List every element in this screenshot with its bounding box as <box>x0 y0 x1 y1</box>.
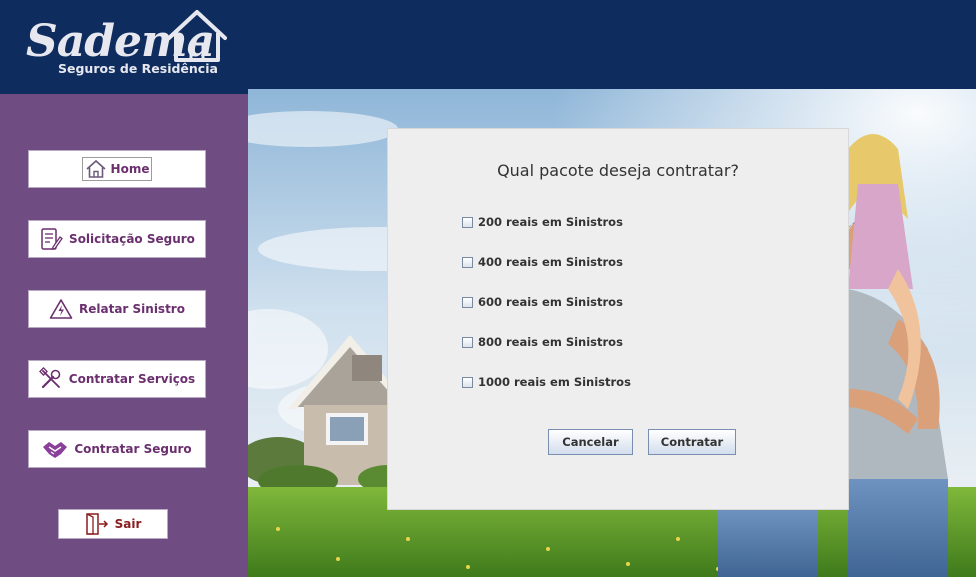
package-option-400[interactable]: 400 reais em Sinistros <box>462 255 623 269</box>
sadema-logo: Sadema Seguros de Residência <box>26 8 236 84</box>
tools-icon <box>38 367 61 389</box>
checkbox[interactable] <box>462 296 473 308</box>
brand-name: Sadema <box>26 16 215 67</box>
sidebar-item-label: Relatar Sinistro <box>79 302 185 316</box>
home-icon <box>85 159 106 178</box>
brand-tagline: Seguros de Residência <box>58 61 218 76</box>
sidebar-item-solicitacao-seguro[interactable]: Solicitação Seguro <box>28 220 206 258</box>
cancel-button[interactable]: Cancelar <box>548 429 633 455</box>
package-option-label: 400 reais em Sinistros <box>478 255 623 269</box>
sidebar-item-relatar-sinistro[interactable]: Relatar Sinistro <box>28 290 206 328</box>
package-option-label: 800 reais em Sinistros <box>478 335 623 349</box>
home-button-frame: Home <box>81 157 153 181</box>
sidebar-item-contratar-seguro[interactable]: Contratar Seguro <box>28 430 206 468</box>
contratar-button[interactable]: Contratar <box>648 429 736 455</box>
checkbox[interactable] <box>462 216 473 228</box>
checkbox[interactable] <box>462 336 473 348</box>
package-option-label: 600 reais em Sinistros <box>478 295 623 309</box>
form-pencil-icon <box>41 228 63 250</box>
sidebar-item-label: Contratar Seguro <box>74 442 192 456</box>
package-option-1000[interactable]: 1000 reais em Sinistros <box>462 375 631 389</box>
sidebar-item-label: Home <box>110 162 150 176</box>
package-option-200[interactable]: 200 reais em Sinistros <box>462 215 623 229</box>
exit-label: Sair <box>114 517 142 531</box>
handshake-icon <box>43 442 68 458</box>
package-option-600[interactable]: 600 reais em Sinistros <box>462 295 623 309</box>
app-header: Sadema Seguros de Residência <box>0 0 976 94</box>
exit-door-icon <box>85 513 108 535</box>
package-dialog: Qual pacote deseja contratar? 200 reais … <box>388 129 848 509</box>
sidebar-item-label: Solicitação Seguro <box>69 232 195 246</box>
checkbox[interactable] <box>462 256 473 268</box>
sidebar-item-contratar-servicos[interactable]: Contratar Serviços <box>28 360 206 398</box>
sidebar: Home Solicitação Seguro Relatar Sinistro… <box>0 94 248 577</box>
package-option-800[interactable]: 800 reais em Sinistros <box>462 335 623 349</box>
checkbox[interactable] <box>462 376 473 388</box>
dialog-title: Qual pacote deseja contratar? <box>497 161 739 180</box>
sidebar-item-label: Contratar Serviços <box>68 372 196 386</box>
exit-button[interactable]: Sair <box>58 509 168 539</box>
sidebar-item-home[interactable]: Home <box>28 150 206 188</box>
package-option-label: 200 reais em Sinistros <box>478 215 623 229</box>
warning-lightning-icon <box>49 299 73 319</box>
package-option-label: 1000 reais em Sinistros <box>478 375 631 389</box>
